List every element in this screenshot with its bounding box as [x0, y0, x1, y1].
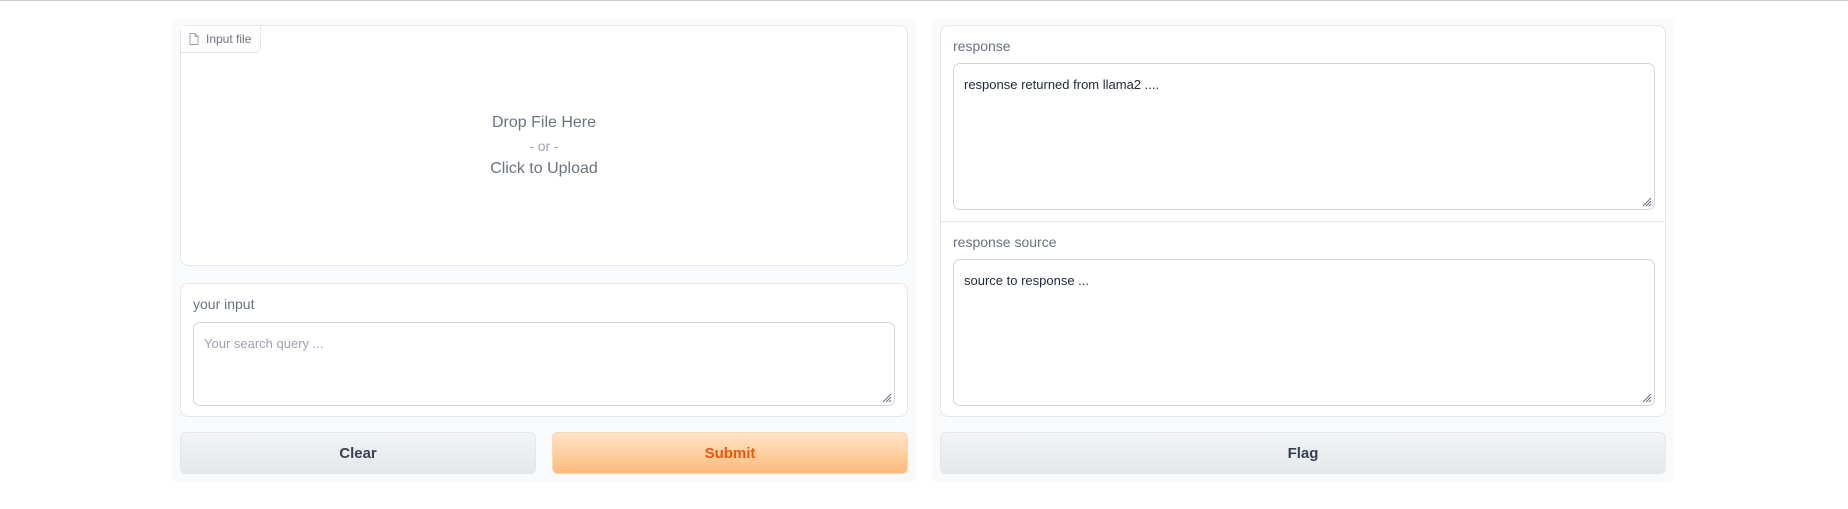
response-label: response: [953, 38, 1011, 54]
drop-file-text: Drop File Here: [491, 114, 597, 131]
upload-label-tab: Input file: [181, 26, 262, 53]
resize-handle-icon[interactable]: [1642, 197, 1652, 207]
response-text: response returned from llama2 ....: [964, 77, 1160, 92]
response-textarea[interactable]: response returned from llama2 ....: [953, 63, 1655, 210]
panel-divider: [941, 221, 1665, 222]
upload-label: Input file: [206, 32, 252, 46]
flag-button[interactable]: Flag: [940, 432, 1666, 474]
response-source-text: source to response ...: [964, 273, 1090, 288]
input-column: Input file Drop File Here - or - Click t…: [172, 18, 916, 483]
upload-instructions: Drop File Here - or - Click to Upload: [181, 114, 907, 178]
response-source-label: response source: [953, 234, 1057, 250]
or-separator: - or -: [529, 138, 559, 154]
clear-button[interactable]: Clear: [180, 432, 536, 474]
query-input-panel: your input Your search query ...: [180, 283, 908, 417]
output-column: response response returned from llama2 .…: [932, 18, 1674, 483]
top-border: [0, 0, 1848, 1]
resize-handle-icon[interactable]: [1642, 393, 1652, 403]
output-panel: response response returned from llama2 .…: [940, 25, 1666, 417]
resize-handle-icon[interactable]: [882, 393, 892, 403]
click-to-upload-text[interactable]: Click to Upload: [490, 160, 598, 178]
query-label: your input: [193, 296, 255, 312]
file-upload-dropzone[interactable]: Input file Drop File Here - or - Click t…: [180, 25, 908, 266]
search-query-textarea[interactable]: Your search query ...: [193, 322, 895, 406]
submit-button[interactable]: Submit: [552, 432, 908, 474]
response-source-textarea[interactable]: source to response ...: [953, 259, 1655, 406]
file-icon: [189, 33, 199, 45]
search-query-placeholder: Your search query ...: [204, 336, 324, 351]
